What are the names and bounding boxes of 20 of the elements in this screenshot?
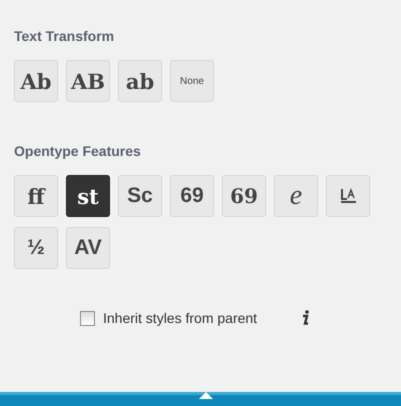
option-button[interactable]: AB [66, 60, 110, 102]
option-button[interactable]: ff [14, 175, 58, 217]
option-button[interactable]: e [274, 175, 318, 217]
section-heading: Text Transform [14, 28, 116, 44]
letter-spacing-icon [340, 188, 356, 204]
info-icon[interactable] [301, 310, 310, 326]
option-button[interactable]: AV [66, 227, 110, 269]
option-button[interactable]: Ab [14, 60, 58, 102]
option-button[interactable]: Sc [118, 175, 162, 217]
section-heading: Opentype Features [14, 143, 142, 159]
option-button[interactable]: None [170, 60, 214, 102]
inherit-checkbox[interactable] [80, 310, 95, 326]
pointer-arrow-icon [199, 392, 213, 399]
checkbox-label: Inherit styles from parent [103, 310, 258, 326]
option-button[interactable]: st [66, 175, 110, 217]
option-button[interactable]: 69 [170, 175, 214, 217]
option-button[interactable]: ½ [14, 227, 58, 269]
option-button[interactable]: 69 [222, 175, 266, 217]
option-button[interactable]: ab [118, 60, 162, 102]
option-button[interactable] [326, 175, 370, 217]
